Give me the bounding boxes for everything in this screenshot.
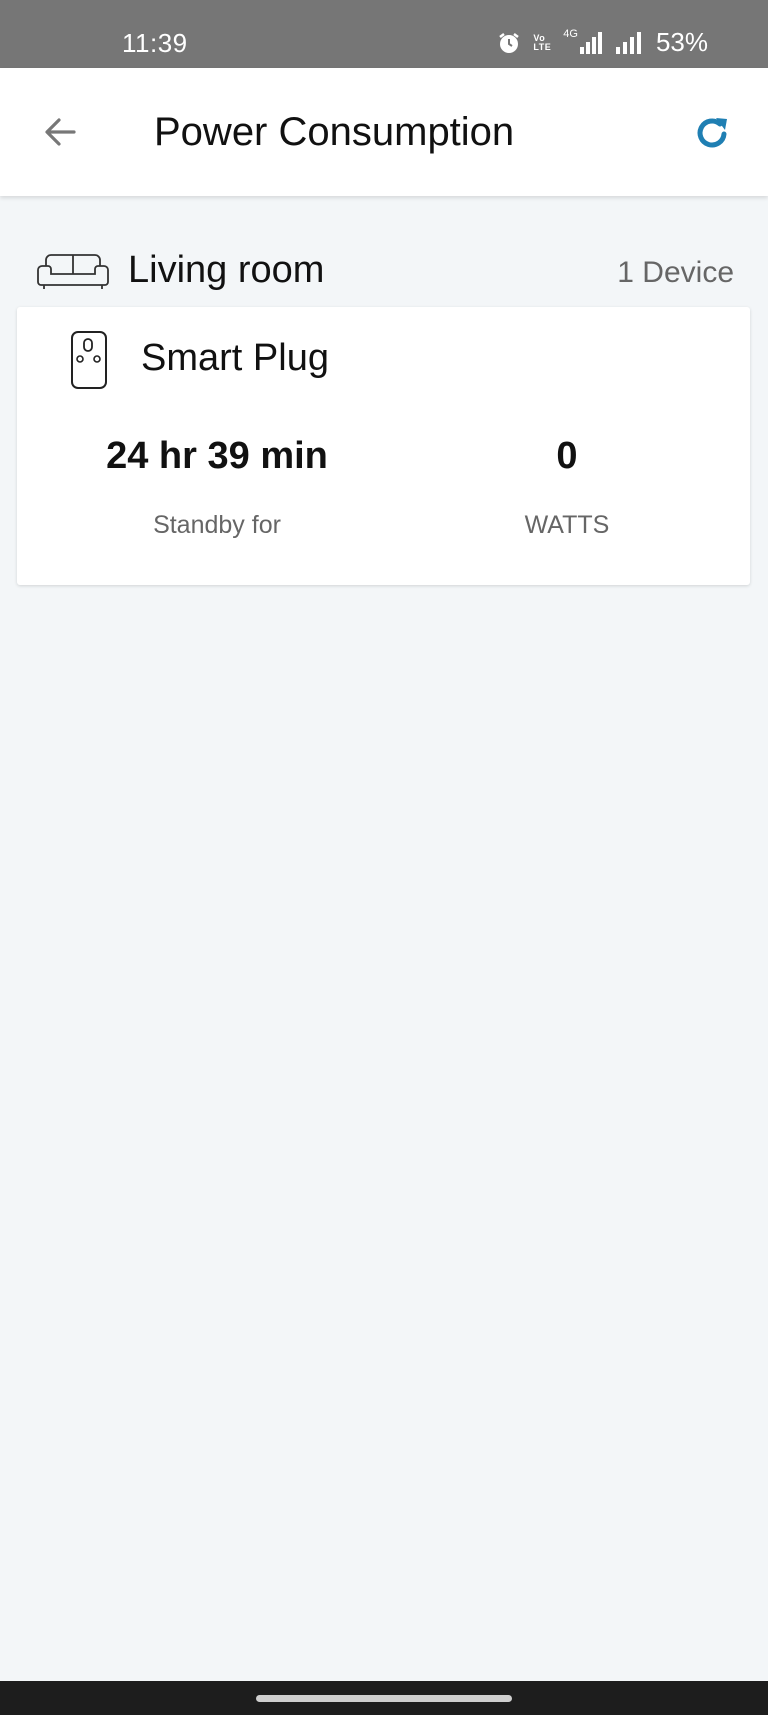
standby-value: 24 hr 39 min — [106, 435, 328, 477]
device-name: Smart Plug — [141, 337, 329, 379]
volte-bottom-label: LTE — [533, 41, 552, 52]
status-icons: Vo LTE 4G 53% — [497, 27, 708, 58]
status-bar: 11:39 Vo LTE 4G 53% — [0, 0, 768, 68]
room-name: Living room — [128, 249, 325, 291]
sofa-icon — [37, 254, 109, 289]
watts-value: 0 — [556, 435, 578, 477]
system-nav-bar — [0, 1681, 768, 1715]
standby-label: Standby for — [153, 511, 281, 539]
arrow-left-icon — [45, 118, 76, 146]
status-time: 11:39 — [122, 28, 188, 58]
back-button[interactable] — [36, 108, 84, 156]
app-bar: Power Consumption — [0, 68, 768, 196]
page-title: Power Consumption — [154, 110, 515, 154]
watts-stat: 0 WATTS — [417, 435, 717, 540]
standby-stat: 24 hr 39 min Standby for — [67, 435, 367, 540]
device-card[interactable]: Smart Plug 24 hr 39 min Standby for 0 WA… — [17, 307, 750, 585]
refresh-button[interactable] — [688, 108, 738, 158]
alarm-icon — [499, 32, 520, 53]
room-header: Living room 1 Device — [36, 246, 736, 296]
battery-percentage: 53% — [655, 27, 708, 57]
home-gesture-handle[interactable] — [256, 1695, 512, 1702]
refresh-icon — [697, 118, 727, 148]
signal-4g-icon: 4G — [563, 28, 604, 54]
network-type-label: 4G — [563, 27, 578, 40]
room-device-count: 1 Device — [617, 256, 734, 289]
watts-label: WATTS — [524, 511, 610, 539]
volte-icon: Vo LTE — [533, 33, 552, 52]
smart-plug-icon — [71, 331, 107, 389]
signal-icon — [615, 31, 641, 54]
